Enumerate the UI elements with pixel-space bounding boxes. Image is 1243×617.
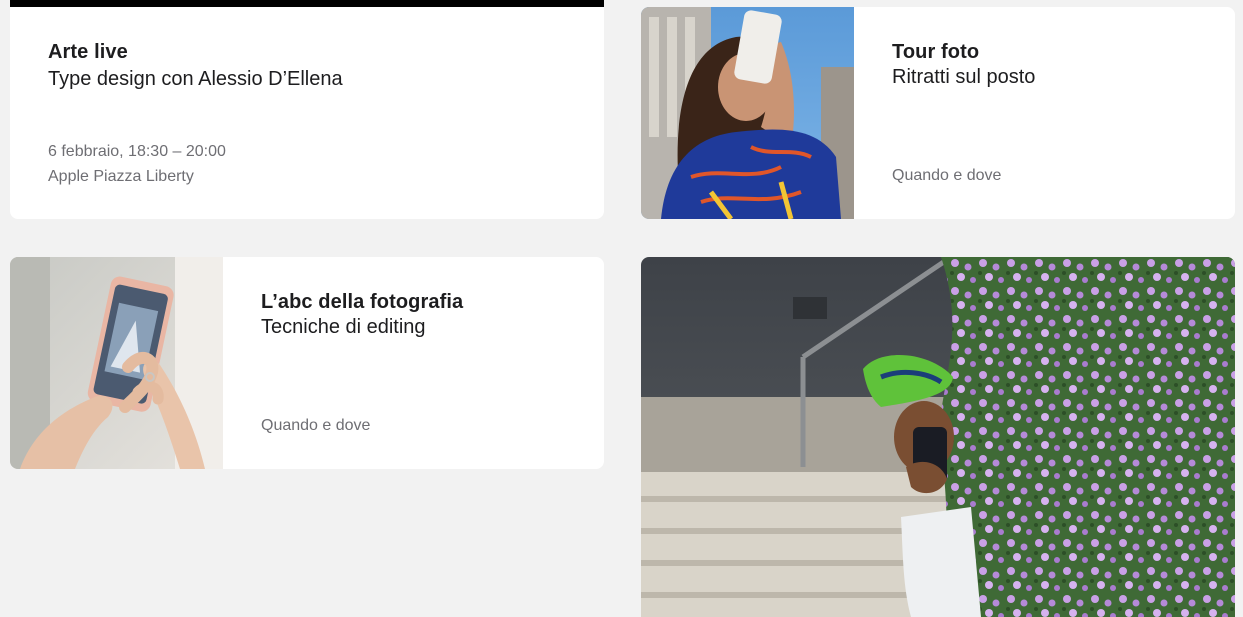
session-card-abc-fotografia[interactable]: L’abc della fotografia Tecniche di editi… <box>10 257 604 469</box>
session-card-tour-foto[interactable]: Tour foto Ritratti sul posto Quando e do… <box>641 7 1235 219</box>
when-and-where-link[interactable]: Quando e dove <box>892 167 1001 185</box>
session-card-featured-photo[interactable] <box>641 257 1235 617</box>
session-title: Ritratti sul posto <box>892 66 1036 88</box>
session-eyebrow: L’abc della fotografia <box>261 291 464 313</box>
when-and-where-link[interactable]: Quando e dove <box>261 417 370 435</box>
session-title: Tecniche di editing <box>261 316 426 338</box>
session-card-top-bar <box>10 0 604 7</box>
session-card-arte-live[interactable]: Arte live Type design con Alessio D’Elle… <box>10 7 604 219</box>
session-photo-selfie <box>641 7 854 219</box>
session-eyebrow: Arte live <box>48 41 128 63</box>
session-photo-flowers-stairs <box>641 257 1235 617</box>
session-eyebrow: Tour foto <box>892 41 980 63</box>
session-location: Apple Piazza Liberty <box>48 168 194 185</box>
session-date: 6 febbraio, 18:30 – 20:00 <box>48 143 226 160</box>
session-photo-phone-editing <box>10 257 223 469</box>
session-title: Type design con Alessio D’Ellena <box>48 68 343 90</box>
